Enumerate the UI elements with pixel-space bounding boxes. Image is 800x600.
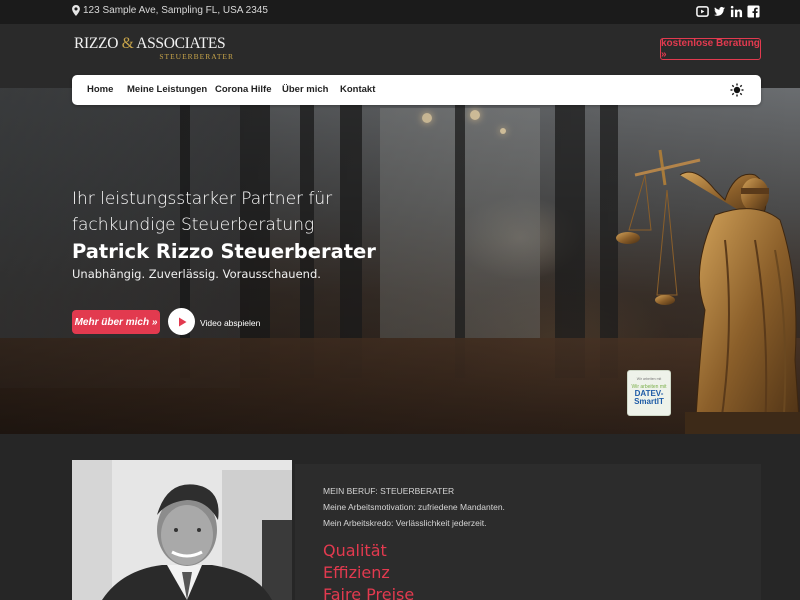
value-fair-prices: Faire Preise (323, 585, 415, 600)
top-bar: 123 Sample Ave, Sampling FL, USA 2345 (0, 0, 800, 24)
logo-wordmark: RIZZO & ASSOCIATES (74, 35, 226, 52)
hero-headline: Ihr leistungsstarker Partner für fachkun… (72, 186, 332, 238)
motivation-text: Meine Arbeitsmotivation: zufriedene Mand… (323, 502, 505, 512)
address: 123 Sample Ave, Sampling FL, USA 2345 (72, 5, 268, 16)
play-video-label[interactable]: Video abspielen (200, 318, 260, 328)
more-about-me-button[interactable]: Mehr über mich » (72, 310, 160, 334)
nav-contact[interactable]: Kontakt (340, 84, 375, 95)
hero-tagline: Unabhängig. Zuverlässig. Vorausschauend. (72, 267, 321, 281)
free-consultation-button[interactable]: kostenlose Beratung » (660, 38, 761, 60)
sun-icon[interactable] (730, 83, 744, 97)
play-icon (178, 317, 186, 326)
linkedin-icon[interactable] (730, 5, 743, 18)
hero-line-1: Ihr leistungsstarker Partner für (72, 189, 333, 209)
badge-small-text: Wir arbeiten mit (636, 377, 662, 381)
profession-kicker: MEIN BERUF: STEUERBERATER (323, 486, 455, 496)
nav-about[interactable]: Über mich (282, 84, 328, 95)
nav-home[interactable]: Home (87, 84, 113, 95)
portrait-photo (72, 460, 292, 600)
hero-line-2: fachkundige Steuerberatung (72, 215, 315, 235)
credo-text: Mein Arbeitskredo: Verlässlichkeit jeder… (323, 518, 487, 528)
map-pin-icon (72, 5, 80, 16)
main-nav: Home Meine Leistungen Corona Hilfe Über … (72, 75, 761, 105)
profession-card: MEIN BERUF: STEUERBERATER Meine Arbeitsm… (295, 464, 761, 600)
nav-services[interactable]: Meine Leistungen (127, 84, 207, 95)
facebook-icon[interactable] (747, 5, 760, 18)
hero-name: Patrick Rizzo Steuerberater (72, 240, 376, 263)
value-efficiency: Effizienz (323, 563, 390, 582)
social-links (696, 5, 760, 18)
nav-corona-help[interactable]: Corona Hilfe (215, 84, 271, 95)
logo-subtitle: STEUERBERATER (159, 52, 234, 61)
logo[interactable]: RIZZO & ASSOCIATES STEUERBERATER (74, 35, 244, 62)
value-quality: Qualität (323, 541, 387, 560)
play-video-button[interactable] (168, 308, 195, 335)
datev-smartit-badge: Wir arbeiten mit Wir arbeiten mit DATEV-… (627, 370, 671, 416)
youtube-icon[interactable] (696, 5, 709, 18)
twitter-icon[interactable] (713, 5, 726, 18)
badge-title: DATEV-SmartIT (634, 389, 664, 406)
address-text: 123 Sample Ave, Sampling FL, USA 2345 (83, 5, 268, 16)
